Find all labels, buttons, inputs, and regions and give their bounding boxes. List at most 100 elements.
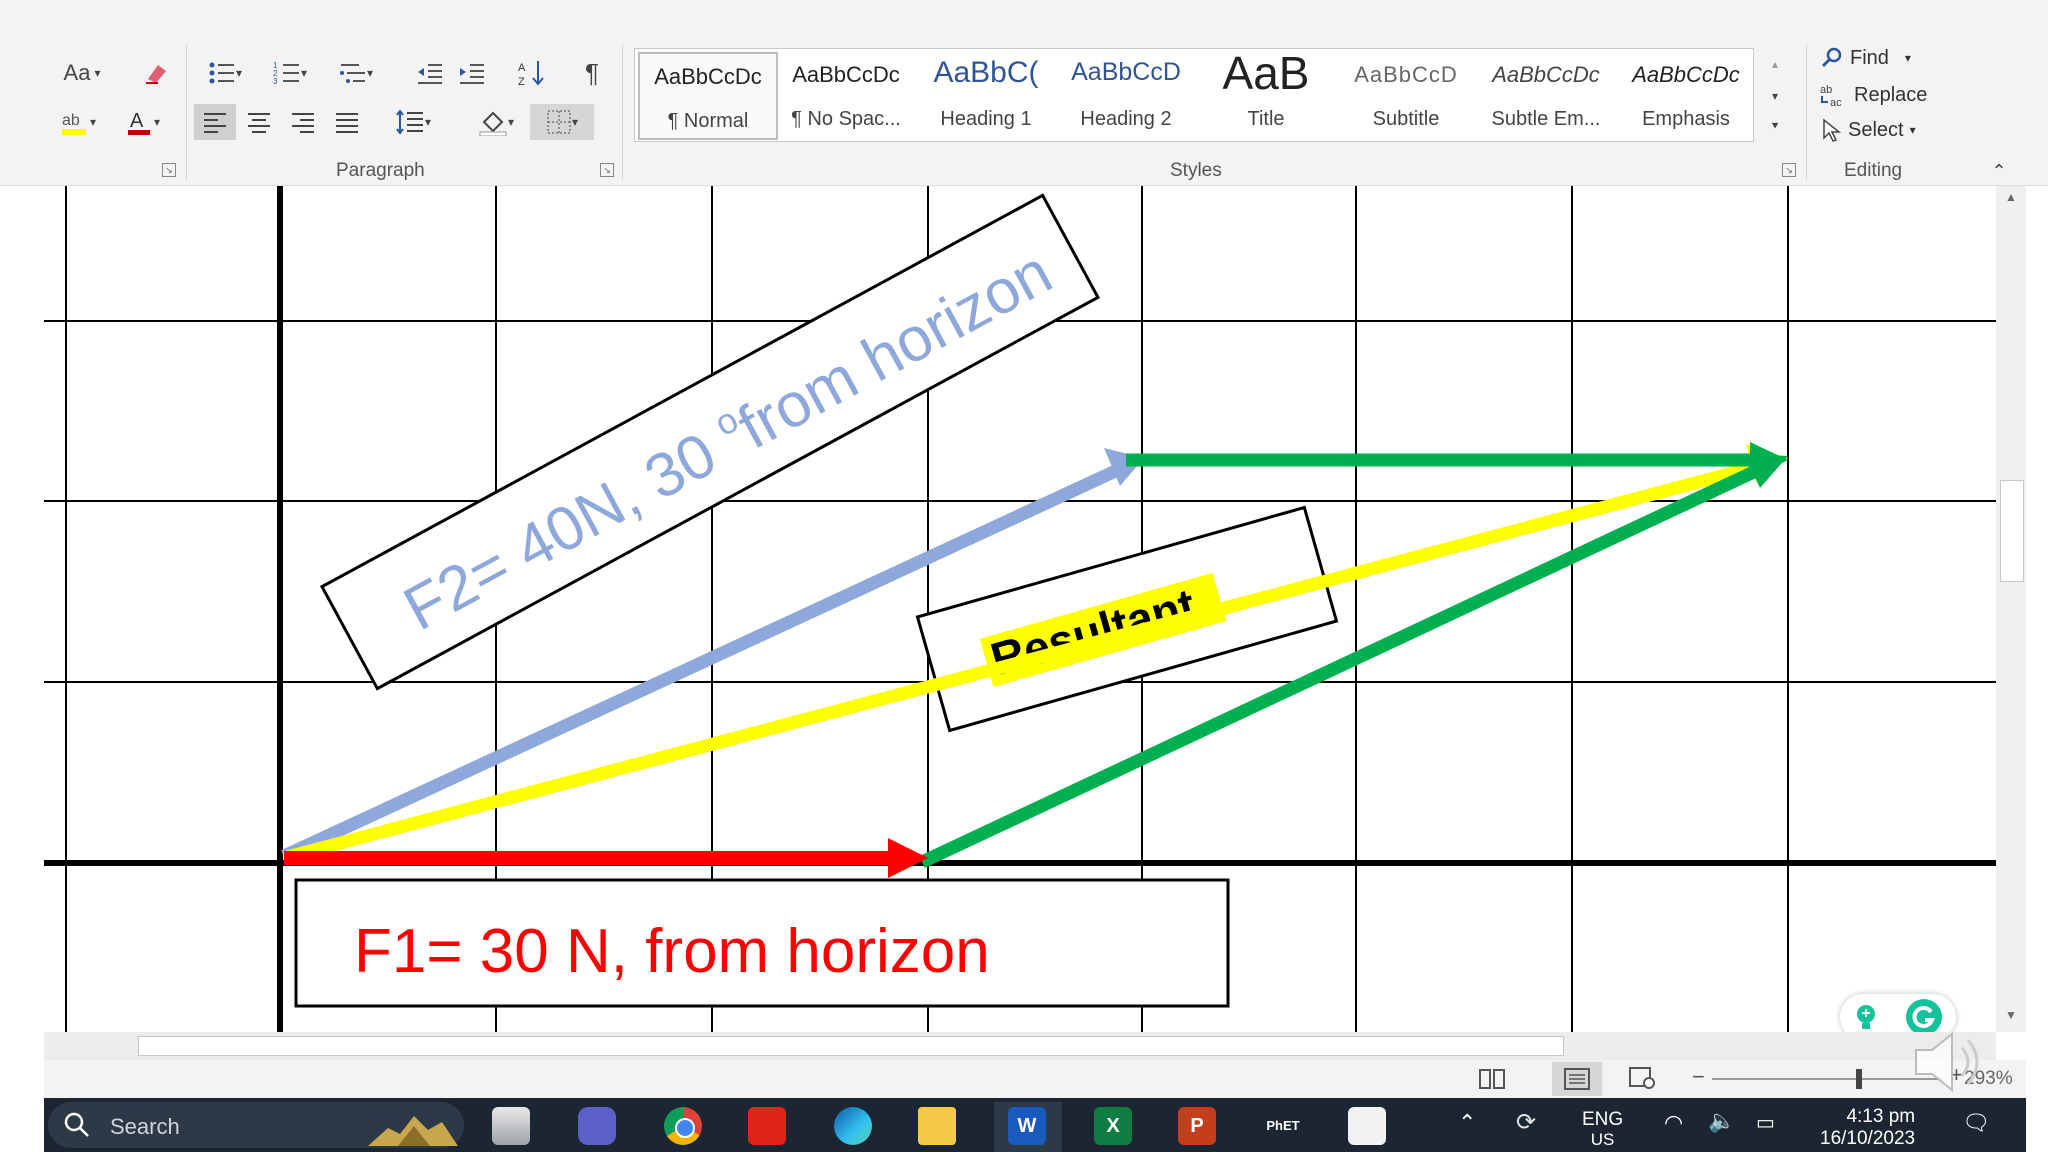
- paragraph-dialog-launcher[interactable]: ↘: [600, 163, 614, 177]
- style-emphasis[interactable]: AaBbCcDc Emphasis: [1618, 52, 1754, 136]
- replace-label: Replace: [1854, 83, 1928, 106]
- sort-icon: AZ: [518, 61, 544, 87]
- style-preview: AaBbCcDc: [1492, 62, 1600, 87]
- pdf-icon[interactable]: [748, 1107, 786, 1145]
- show-hidden-icons-button[interactable]: ⌃: [1458, 1110, 1476, 1136]
- select-label: Select: [1848, 118, 1904, 141]
- borders-button[interactable]: ▾: [530, 104, 594, 140]
- status-bar: − + 293%: [44, 1060, 2026, 1098]
- highlight-color-button[interactable]: ab ▾: [48, 104, 108, 140]
- select-button[interactable]: Select ▾: [1820, 118, 1916, 142]
- font-dialog-launcher[interactable]: ↘: [162, 163, 176, 177]
- show-formatting-marks-button[interactable]: ¶: [574, 55, 610, 91]
- chevron-down-icon: ▾: [366, 66, 374, 80]
- sync-icon[interactable]: ⟳: [1516, 1108, 1536, 1137]
- document-canvas[interactable]: F2= 40N, 30 ofrom horizon Resultant F1= …: [44, 186, 1996, 1032]
- style-name: Subtitle: [1372, 108, 1440, 130]
- zoom-out-button[interactable]: −: [1692, 1064, 1705, 1090]
- find-button[interactable]: Find ▾: [1820, 46, 1911, 70]
- language-indicator[interactable]: ENG US: [1582, 1110, 1623, 1150]
- scroll-down-button[interactable]: ▼: [2001, 1008, 2021, 1028]
- numbering-button[interactable]: 123 ▾: [262, 55, 318, 91]
- read-mode-button[interactable]: [1478, 1066, 1508, 1092]
- taskbar-search-placeholder: Search: [110, 1114, 180, 1139]
- shading-button[interactable]: ▾: [468, 104, 524, 140]
- chevron-down-icon: ▾: [153, 115, 161, 129]
- style-heading-2[interactable]: AaBbCcD Heading 2: [1058, 52, 1194, 136]
- bullets-icon: [209, 62, 234, 84]
- style-no-spacing[interactable]: AaBbCcDc ¶ No Spac...: [778, 52, 914, 136]
- line-spacing-button[interactable]: ▾: [386, 104, 440, 140]
- scroll-up-button[interactable]: ▲: [2001, 190, 2021, 210]
- scrollbar-thumb[interactable]: [2000, 480, 2024, 582]
- chevron-down-icon: ▾: [507, 115, 515, 129]
- f1-arrowhead: [888, 838, 928, 878]
- borders-icon: [547, 110, 571, 134]
- style-subtitle[interactable]: AaBbCcD Subtitle: [1338, 52, 1474, 136]
- svg-text:ab: ab: [1820, 84, 1832, 96]
- styles-more-button[interactable]: ⯆: [1762, 112, 1788, 140]
- zoom-slider-thumb[interactable]: [1856, 1069, 1862, 1089]
- styles-dialog-launcher[interactable]: ↘: [1782, 163, 1796, 177]
- group-separator: [186, 45, 187, 180]
- collapse-ribbon-button[interactable]: ⌃: [1984, 158, 2014, 184]
- ribbon: Aa ▾ ab ▾ A ▾ ↘ ▾ 123 ▾ ▾ AZ ¶ ▾ ▾ ▾ Par…: [0, 0, 2048, 186]
- style-subtle-emphasis[interactable]: AaBbCcDc Subtle Em...: [1478, 52, 1614, 136]
- file-explorer-icon[interactable]: [492, 1107, 530, 1145]
- paragraph-group-label: Paragraph: [336, 160, 425, 181]
- volume-icon[interactable]: 🔈: [1708, 1108, 1735, 1134]
- chevron-down-icon: ▾: [235, 66, 243, 80]
- decrease-indent-button[interactable]: [410, 55, 450, 91]
- align-right-button[interactable]: [282, 104, 324, 140]
- styles-scroll-down-button[interactable]: ▾: [1762, 82, 1788, 110]
- edge-icon[interactable]: [834, 1107, 872, 1145]
- style-preview: AaBbCcDc: [1632, 62, 1740, 87]
- style-preview: AaBbCcD: [1071, 58, 1181, 86]
- chevron-down-icon: ▾: [1909, 123, 1916, 137]
- align-left-button[interactable]: [194, 104, 236, 140]
- battery-icon[interactable]: ▭: [1756, 1110, 1775, 1135]
- replace-icon: abac: [1820, 84, 1842, 108]
- styles-scroll-up-button[interactable]: ▴: [1762, 50, 1788, 78]
- font-color-icon: A: [127, 110, 150, 135]
- print-layout-button[interactable]: [1552, 1062, 1602, 1096]
- vertical-scrollbar[interactable]: ▲ ▼: [1996, 186, 2026, 1032]
- notifications-icon[interactable]: 🗨: [1962, 1110, 1990, 1136]
- change-case-button[interactable]: Aa ▾: [52, 55, 112, 91]
- horizontal-scrollbar[interactable]: [44, 1032, 1996, 1060]
- clear-formatting-button[interactable]: [138, 55, 174, 91]
- pilcrow-icon: ¶: [585, 57, 599, 88]
- excel-icon[interactable]: X: [1094, 1107, 1132, 1145]
- scrollbar-thumb[interactable]: [138, 1036, 1564, 1056]
- styles-group-label: Styles: [1170, 160, 1222, 181]
- style-normal[interactable]: AaBbCcDc ¶ Normal: [638, 52, 778, 140]
- web-layout-button[interactable]: [1628, 1066, 1658, 1092]
- wifi-icon[interactable]: ◠: [1664, 1110, 1683, 1136]
- powerpoint-icon[interactable]: P: [1178, 1107, 1216, 1145]
- increase-indent-button[interactable]: [452, 55, 492, 91]
- replace-button[interactable]: ab ac Replace: [1820, 82, 1928, 109]
- clock-date: 16/10/2023: [1820, 1128, 1916, 1149]
- chrome-icon[interactable]: [664, 1107, 702, 1145]
- svg-text:A: A: [518, 62, 526, 74]
- style-preview: AaB: [1222, 47, 1310, 99]
- phet-icon[interactable]: PhET: [1264, 1107, 1302, 1145]
- justify-icon: [336, 113, 358, 133]
- svg-text:ac: ac: [1830, 97, 1842, 108]
- folder-icon[interactable]: [918, 1107, 956, 1145]
- bullets-button[interactable]: ▾: [198, 55, 252, 91]
- style-heading-1[interactable]: AaBbC( Heading 1: [918, 52, 1054, 136]
- f2-label-text: F2= 40N, 30 ofrom horizon: [391, 234, 1063, 644]
- clock[interactable]: 4:13 pm 16/10/2023: [1820, 1106, 1915, 1150]
- align-center-button[interactable]: [238, 104, 280, 140]
- justify-button[interactable]: [326, 104, 368, 140]
- teams-icon[interactable]: [578, 1107, 616, 1145]
- taskbar-search-box[interactable]: Search: [48, 1102, 464, 1148]
- font-color-button[interactable]: A ▾: [116, 104, 168, 140]
- word-icon[interactable]: W: [1008, 1107, 1046, 1145]
- clear-formatting-icon: [146, 65, 166, 84]
- multilevel-list-button[interactable]: ▾: [328, 55, 384, 91]
- paint-icon[interactable]: [1348, 1107, 1386, 1145]
- style-title[interactable]: AaB Title: [1198, 47, 1334, 136]
- sort-button[interactable]: AZ: [512, 55, 552, 91]
